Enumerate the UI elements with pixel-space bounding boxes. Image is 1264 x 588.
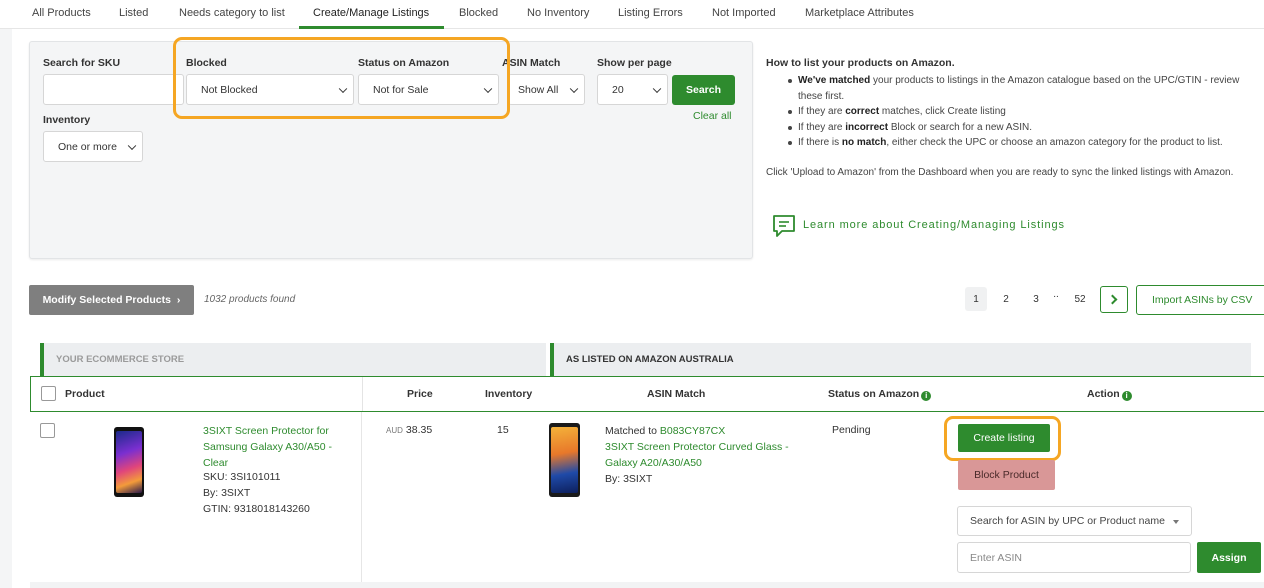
next-page-button[interactable] bbox=[1100, 286, 1128, 313]
tab-blocked[interactable]: Blocked bbox=[459, 7, 498, 19]
tab-no-inventory[interactable]: No Inventory bbox=[527, 7, 589, 19]
product-gtin: GTIN: 9318018143260 bbox=[203, 503, 310, 515]
asin-match-filter-label: ASIN Match bbox=[502, 57, 561, 69]
chevron-down-icon bbox=[338, 84, 348, 93]
product-price: AUD 38.35 bbox=[386, 424, 432, 436]
column-action-label: Action bbox=[1087, 388, 1120, 400]
blocked-filter-value: Not Blocked bbox=[201, 83, 258, 96]
info-icon[interactable]: i bbox=[921, 391, 932, 401]
blocked-filter-label: Blocked bbox=[186, 57, 227, 69]
inventory-filter-label: Inventory bbox=[43, 114, 91, 126]
chevron-right-icon: › bbox=[176, 294, 181, 306]
listing-tabs: All Products Listed Needs category to li… bbox=[0, 0, 1264, 29]
column-price: Price bbox=[407, 388, 433, 400]
chat-message-icon bbox=[773, 215, 795, 237]
page-3[interactable]: 3 bbox=[1025, 287, 1047, 311]
products-found-count: 1032 products found bbox=[204, 294, 296, 305]
help-item: If there is no match, either check the U… bbox=[786, 135, 1256, 151]
product-sku: SKU: 3SI101011 bbox=[203, 471, 281, 483]
asin-match-filter-value: Show All bbox=[518, 83, 559, 96]
blocked-filter-select[interactable]: Not Blocked bbox=[186, 74, 354, 105]
table-header: Product Price Inventory ASIN Match Statu… bbox=[30, 376, 1264, 412]
help-item: We've matched your products to listings … bbox=[786, 73, 1256, 104]
inventory-filter-select[interactable]: One or more bbox=[43, 131, 143, 162]
amazon-section-header: As listed on Amazon Australia bbox=[550, 343, 1251, 376]
help-list: We've matched your products to listings … bbox=[786, 73, 1256, 151]
chevron-down-icon bbox=[569, 84, 579, 93]
modify-button-label: Modify Selected Products bbox=[42, 294, 171, 306]
currency-code: AUD bbox=[386, 426, 403, 435]
tab-listing-errors[interactable]: Listing Errors bbox=[618, 7, 683, 19]
help-item: If they are correct matches, click Creat… bbox=[786, 104, 1256, 120]
info-icon[interactable]: i bbox=[1121, 391, 1132, 401]
amazon-match-thumbnail bbox=[549, 423, 580, 497]
tab-all-products[interactable]: All Products bbox=[32, 7, 91, 19]
sku-search-input[interactable] bbox=[43, 74, 184, 105]
page-1[interactable]: 1 bbox=[965, 287, 987, 311]
select-all-checkbox[interactable] bbox=[41, 386, 56, 401]
tab-not-imported[interactable]: Not Imported bbox=[712, 7, 776, 19]
create-listing-button[interactable]: Create listing bbox=[958, 424, 1050, 452]
chevron-down-icon bbox=[652, 84, 662, 93]
help-item: If they are incorrect Block or search fo… bbox=[786, 120, 1256, 136]
chevron-down-icon bbox=[483, 84, 493, 93]
search-button[interactable]: Search bbox=[672, 75, 735, 105]
asin-match-info: Matched to B083CY87CX 3SIXT Screen Prote… bbox=[605, 423, 805, 487]
enter-asin-input[interactable]: Enter ASIN bbox=[957, 542, 1191, 573]
status-filter-value: Not for Sale bbox=[373, 83, 429, 96]
import-asins-csv-button[interactable]: Import ASINs by CSV bbox=[1136, 285, 1264, 315]
asin-link[interactable]: B083CY87CX bbox=[660, 425, 725, 437]
sku-search-label: Search for SKU bbox=[43, 57, 121, 69]
status-on-amazon: Pending bbox=[832, 424, 871, 436]
clear-all-link[interactable]: Clear all bbox=[693, 110, 732, 122]
caret-down-icon bbox=[1173, 520, 1179, 524]
column-asin-match: ASIN Match bbox=[647, 388, 706, 400]
column-status-label: Status on Amazon bbox=[828, 388, 920, 400]
per-page-value: 20 bbox=[612, 83, 624, 96]
per-page-select[interactable]: 20 bbox=[597, 74, 668, 105]
amazon-listing-brand: By: 3SIXT bbox=[605, 473, 653, 485]
chevron-right-icon bbox=[1107, 294, 1118, 305]
product-thumbnail bbox=[114, 427, 144, 497]
chevron-down-icon bbox=[127, 141, 137, 150]
store-section-header: Your Ecommerce Store bbox=[40, 343, 546, 376]
tab-marketplace-attributes[interactable]: Marketplace Attributes bbox=[805, 7, 914, 19]
active-tab-indicator bbox=[299, 26, 444, 29]
tab-needs-category[interactable]: Needs category to list bbox=[179, 7, 285, 19]
asin-match-filter-select[interactable]: Show All bbox=[508, 74, 585, 105]
status-filter-select[interactable]: Not for Sale bbox=[358, 74, 499, 105]
block-product-button[interactable]: Block Product bbox=[958, 460, 1055, 490]
help-title: How to list your products on Amazon. bbox=[766, 57, 955, 69]
row-select-checkbox[interactable] bbox=[40, 423, 55, 438]
amazon-listing-title-link[interactable]: 3SIXT Screen Protector Curved Glass - Ga… bbox=[605, 441, 789, 469]
tab-listed[interactable]: Listed bbox=[119, 7, 148, 19]
column-action: Action i bbox=[1087, 388, 1132, 401]
search-asin-placeholder: Search for ASIN by UPC or Product name bbox=[970, 515, 1165, 527]
left-gutter bbox=[0, 29, 12, 588]
search-asin-dropdown[interactable]: Search for ASIN by UPC or Product name bbox=[957, 506, 1192, 536]
help-note: Click 'Upload to Amazon' from the Dashbo… bbox=[766, 167, 1234, 178]
page-2[interactable]: 2 bbox=[995, 287, 1017, 311]
tab-create-manage-listings[interactable]: Create/Manage Listings bbox=[313, 7, 429, 19]
column-product: Product bbox=[65, 388, 105, 400]
product-brand: By: 3SIXT bbox=[203, 487, 251, 499]
column-inventory: Inventory bbox=[485, 388, 533, 400]
assign-button[interactable]: Assign bbox=[1197, 542, 1261, 573]
matched-prefix: Matched to bbox=[605, 425, 660, 437]
modify-selected-products-button[interactable]: Modify Selected Products › bbox=[29, 285, 194, 315]
price-value: 38.35 bbox=[405, 424, 433, 436]
column-divider bbox=[361, 412, 362, 588]
column-divider bbox=[362, 377, 363, 411]
learn-more-link[interactable]: Learn more about Creating/Managing Listi… bbox=[803, 219, 1065, 231]
per-page-label: Show per page bbox=[597, 57, 672, 69]
column-status: Status on Amazon i bbox=[828, 388, 932, 401]
inventory-filter-value: One or more bbox=[58, 140, 117, 153]
status-filter-label: Status on Amazon bbox=[358, 57, 450, 69]
next-row-edge bbox=[30, 582, 1264, 588]
product-inventory: 15 bbox=[497, 424, 509, 436]
page-ellipsis: .. bbox=[1053, 288, 1059, 300]
page-52[interactable]: 52 bbox=[1068, 287, 1092, 311]
product-name-link[interactable]: 3SIXT Screen Protector for Samsung Galax… bbox=[203, 423, 353, 471]
